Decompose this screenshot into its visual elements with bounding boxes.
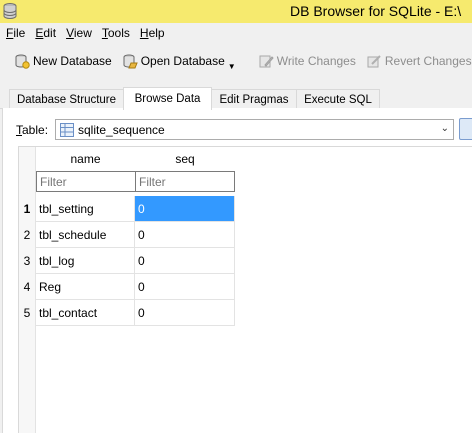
cell-seq[interactable]: 0	[135, 248, 235, 274]
write-changes-button[interactable]: Write Changes	[254, 48, 362, 74]
chevron-down-icon[interactable]: ⌄	[441, 123, 449, 134]
table-icon	[60, 122, 74, 137]
window-title: DB Browser for SQLite - E:\	[290, 3, 462, 19]
cell-name[interactable]: tbl_schedule	[36, 222, 135, 248]
tab-edit-pragmas[interactable]: Edit Pragmas	[211, 89, 297, 109]
menu-tools[interactable]: Tools	[99, 26, 137, 40]
menu-view-label: iew	[73, 26, 92, 40]
revert-changes-label: Revert Changes	[384, 54, 472, 68]
tab-execute-sql-label: Execute SQL	[304, 93, 372, 106]
menu-help-accel: H	[139, 26, 149, 40]
open-database-label: Open Database	[140, 54, 225, 68]
column-header-name[interactable]: name	[36, 152, 135, 171]
tab-browse-data-label: Browse Data	[134, 93, 201, 105]
menu-edit[interactable]: Edit	[32, 26, 63, 40]
new-database-label: New Database	[33, 54, 112, 68]
cell-seq[interactable]: 0	[135, 222, 235, 248]
revert-changes-icon	[367, 55, 381, 68]
revert-changes-button[interactable]: Revert Changes	[362, 48, 472, 74]
new-database-button[interactable]: New Database	[10, 48, 118, 74]
tab-edit-pragmas-label: Edit Pragmas	[219, 93, 289, 106]
open-database-icon	[123, 54, 138, 69]
menu-view-accel: V	[66, 26, 74, 40]
title-bar: DB Browser for SQLite - E:\	[0, 0, 472, 23]
column-header-seq[interactable]: seq	[135, 152, 235, 171]
row-number[interactable]: 3	[19, 248, 35, 274]
write-changes-icon	[259, 55, 274, 68]
menu-edit-label: dit	[43, 26, 57, 40]
tab-browse-data[interactable]: Browse Data	[123, 87, 212, 110]
menu-view[interactable]: View	[63, 26, 99, 40]
row-number[interactable]: 2	[19, 222, 35, 248]
table-row[interactable]: 3 tbl_log 0	[19, 248, 235, 274]
table-select[interactable]: sqlite_sequence ⌄	[55, 119, 454, 140]
menu-tools-label: ools	[107, 26, 130, 40]
table-row[interactable]: 2 tbl_schedule 0	[19, 222, 235, 248]
menu-file[interactable]: File	[3, 26, 32, 40]
selected-table-value: sqlite_sequence	[78, 122, 165, 137]
table-row[interactable]: 1 tbl_setting 0	[19, 196, 235, 222]
cell-name[interactable]: tbl_contact	[36, 300, 135, 326]
data-grid: name seq 1 tbl_setting 0 2 tbl_schedule …	[18, 146, 472, 433]
toolbar: New Database Open Database ▼ Write Chang…	[0, 44, 472, 78]
refresh-icon[interactable]	[459, 118, 472, 140]
cell-name[interactable]: tbl_setting	[36, 196, 135, 222]
tab-database-structure[interactable]: Database Structure	[9, 89, 124, 109]
menu-file-label: ile	[13, 26, 26, 40]
table-row[interactable]: 5 tbl_contact 0	[19, 300, 235, 326]
table-label: Table:	[16, 123, 48, 137]
open-database-dropdown-icon[interactable]: ▼	[228, 62, 236, 71]
cell-name[interactable]: tbl_log	[36, 248, 135, 274]
table-label-text: able:	[22, 123, 49, 137]
filter-input-name[interactable]	[36, 171, 136, 192]
menu-help-label: elp	[148, 26, 165, 40]
main-tab-bar: Database Structure Browse Data Edit Prag…	[0, 87, 472, 110]
new-database-icon	[15, 54, 30, 69]
cell-seq[interactable]: 0	[135, 196, 235, 222]
cell-seq[interactable]: 0	[135, 274, 235, 300]
cell-name[interactable]: Reg	[36, 274, 135, 300]
database-app-icon	[3, 3, 17, 19]
row-number[interactable]: 1	[19, 196, 35, 222]
cell-seq[interactable]: 0	[135, 300, 235, 326]
row-number[interactable]: 5	[19, 300, 35, 326]
write-changes-label: Write Changes	[276, 54, 356, 68]
open-database-button[interactable]: Open Database ▼	[118, 48, 242, 74]
tab-execute-sql[interactable]: Execute SQL	[296, 89, 380, 109]
menu-bar: File Edit View Tools Help	[0, 23, 472, 43]
menu-help[interactable]: Help	[137, 26, 172, 40]
table-row[interactable]: 4 Reg 0	[19, 274, 235, 300]
filter-input-seq[interactable]	[135, 171, 235, 192]
tab-database-structure-label: Database Structure	[16, 93, 117, 106]
row-number[interactable]: 4	[19, 274, 35, 300]
